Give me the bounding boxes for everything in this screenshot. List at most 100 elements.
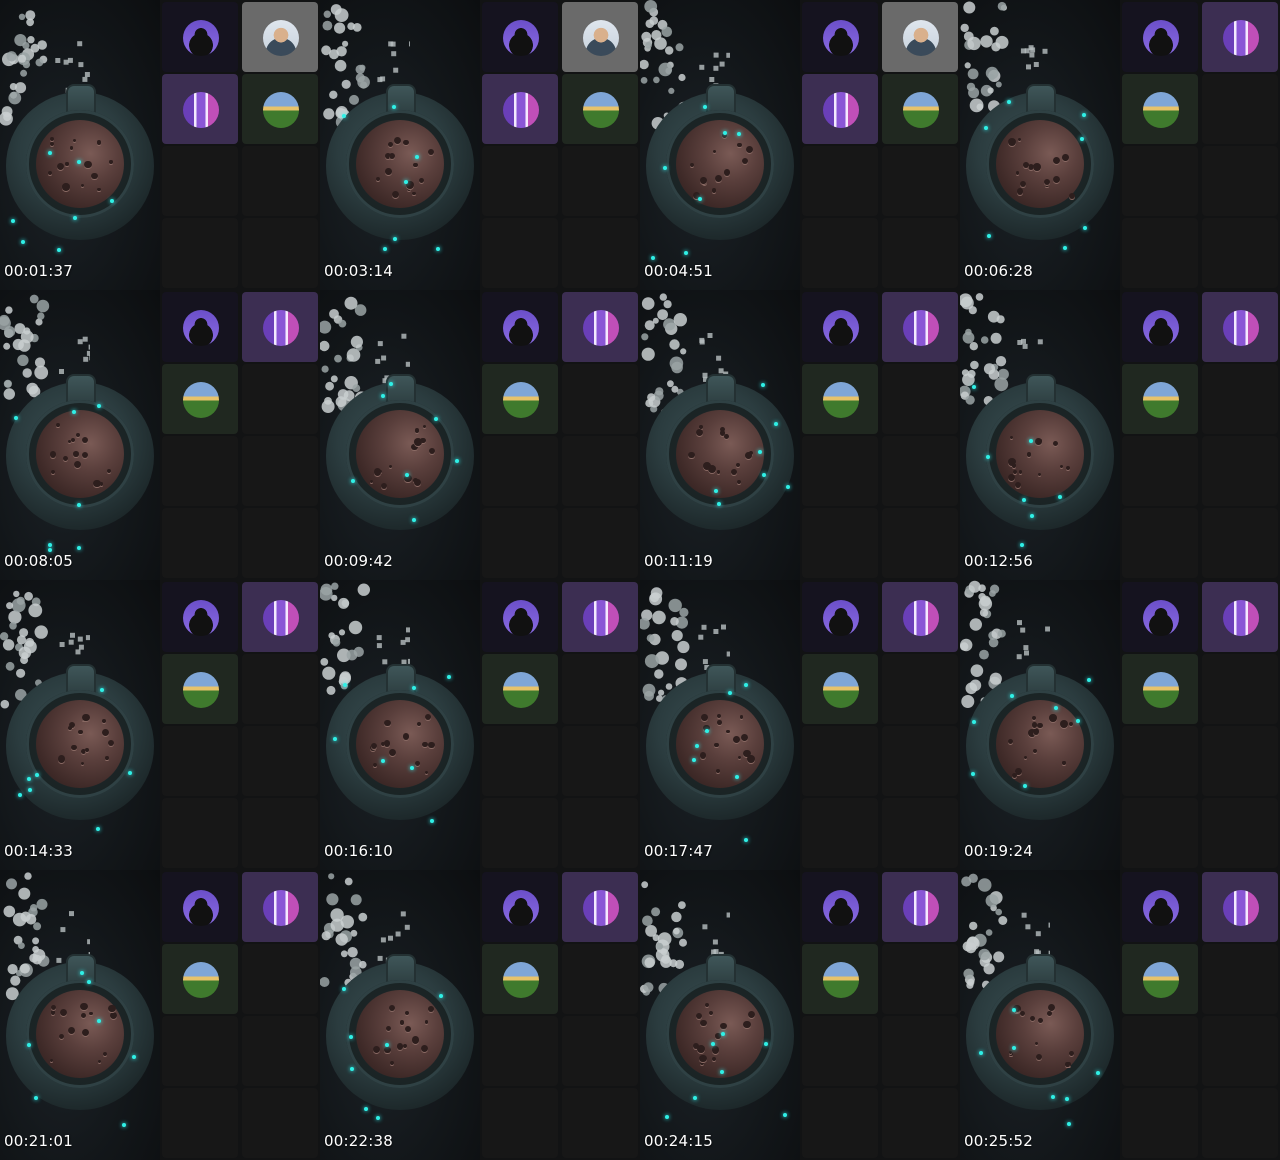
cyan-sparkle [71, 410, 76, 415]
participant-tile[interactable] [482, 944, 558, 1014]
cyan-sparkle [48, 543, 53, 548]
participant-tile [562, 146, 638, 216]
foam-bubble [1047, 1003, 1055, 1011]
cyan-sparkle [782, 1113, 787, 1118]
participant-tile[interactable] [162, 2, 238, 72]
foam-bubble [745, 146, 753, 154]
participant-tile[interactable] [1202, 872, 1278, 942]
video-frame-thumbnail[interactable]: 00:25:52 [960, 870, 1280, 1160]
participant-tile[interactable] [562, 872, 638, 942]
participant-tile[interactable] [482, 2, 558, 72]
video-frame-thumbnail[interactable]: 00:01:37 [0, 0, 320, 290]
participant-tile[interactable] [482, 74, 558, 144]
foam-bubble [1019, 1011, 1025, 1017]
participant-tile[interactable] [482, 582, 558, 652]
participant-tile[interactable] [882, 872, 958, 942]
participant-tile[interactable] [162, 74, 238, 144]
cat-silhouette-avatar-icon [1143, 310, 1179, 346]
participant-tile[interactable] [562, 292, 638, 362]
participant-tile[interactable] [242, 2, 318, 72]
purple-stripes-avatar-icon [583, 600, 619, 636]
foam-bubble [1023, 161, 1029, 168]
participant-tile[interactable] [802, 654, 878, 724]
participant-tile[interactable] [882, 292, 958, 362]
cyan-sparkle [20, 239, 25, 244]
participant-tile[interactable] [802, 2, 878, 72]
person-photo-avatar-icon [263, 20, 299, 56]
participant-tile[interactable] [1202, 582, 1278, 652]
participant-tile[interactable] [1122, 74, 1198, 144]
participant-tile [162, 436, 238, 506]
participant-tile[interactable] [242, 872, 318, 942]
participant-tile[interactable] [1122, 582, 1198, 652]
participant-tile[interactable] [162, 582, 238, 652]
participant-tile[interactable] [1122, 364, 1198, 434]
cyan-sparkle [375, 1116, 380, 1121]
participant-tile[interactable] [802, 944, 878, 1014]
coffee-wallpaper-background [960, 290, 1120, 580]
participant-tile[interactable] [1122, 872, 1198, 942]
video-frame-thumbnail[interactable]: 00:11:19 [640, 290, 960, 580]
participant-tile [1202, 726, 1278, 796]
participant-tile[interactable] [242, 74, 318, 144]
participant-tile[interactable] [1202, 2, 1278, 72]
video-frame-thumbnail[interactable]: 00:19:24 [960, 580, 1280, 870]
participant-tile [242, 436, 318, 506]
video-frame-thumbnail[interactable]: 00:08:05 [0, 290, 320, 580]
foam-bubble [1017, 188, 1024, 195]
participant-tile[interactable] [162, 364, 238, 434]
participant-tile[interactable] [1122, 654, 1198, 724]
participant-tile[interactable] [162, 944, 238, 1014]
participant-tile[interactable] [882, 582, 958, 652]
participant-tile[interactable] [802, 364, 878, 434]
participant-tile[interactable] [882, 2, 958, 72]
participant-tile[interactable] [242, 582, 318, 652]
participant-tile[interactable] [482, 364, 558, 434]
cat-silhouette-avatar-icon [503, 20, 539, 56]
video-frame-thumbnail[interactable]: 00:24:15 [640, 870, 960, 1160]
foam-bubble [48, 170, 52, 175]
participant-tile[interactable] [482, 872, 558, 942]
cat-silhouette-avatar-icon [823, 600, 859, 636]
participant-tile[interactable] [162, 654, 238, 724]
participant-tile[interactable] [562, 582, 638, 652]
video-frame-thumbnail[interactable]: 00:16:10 [320, 580, 640, 870]
participant-tile[interactable] [802, 872, 878, 942]
participant-tile[interactable] [562, 2, 638, 72]
coffee-wallpaper-background [960, 580, 1120, 870]
foam-bubble [65, 162, 69, 166]
video-frame-thumbnail[interactable]: 00:22:38 [320, 870, 640, 1160]
video-frame-thumbnail[interactable]: 00:12:56 [960, 290, 1280, 580]
participant-tile[interactable] [802, 74, 878, 144]
cyan-sparkle [978, 1051, 983, 1056]
foam-bubble [414, 428, 419, 433]
participant-tile[interactable] [1202, 292, 1278, 362]
foam-bubble [97, 187, 101, 192]
video-frame-thumbnail[interactable]: 00:17:47 [640, 580, 960, 870]
participant-tile [882, 218, 958, 288]
video-frame-thumbnail[interactable]: 00:03:14 [320, 0, 640, 290]
participant-tile[interactable] [1122, 2, 1198, 72]
participant-tile [242, 944, 318, 1014]
participant-tile[interactable] [562, 74, 638, 144]
cyan-sparkle [332, 736, 337, 741]
video-frame-thumbnail[interactable]: 00:14:33 [0, 580, 320, 870]
participant-tile[interactable] [162, 292, 238, 362]
foam-bubble [383, 719, 391, 727]
participant-tile[interactable] [1122, 944, 1198, 1014]
participant-tile[interactable] [882, 74, 958, 144]
participant-tile[interactable] [242, 292, 318, 362]
participant-tile[interactable] [482, 292, 558, 362]
coffee-wallpaper-background [640, 0, 800, 290]
video-frame-thumbnail[interactable]: 00:21:01 [0, 870, 320, 1160]
video-frame-thumbnail[interactable]: 00:06:28 [960, 0, 1280, 290]
video-frame-thumbnail[interactable]: 00:04:51 [640, 0, 960, 290]
video-frame-thumbnail[interactable]: 00:09:42 [320, 290, 640, 580]
foam-bubble [81, 713, 90, 722]
participant-tile[interactable] [1122, 292, 1198, 362]
participant-tile[interactable] [802, 582, 878, 652]
cyan-sparkle [692, 757, 697, 762]
participant-tile[interactable] [162, 872, 238, 942]
participant-tile[interactable] [482, 654, 558, 724]
participant-tile[interactable] [802, 292, 878, 362]
